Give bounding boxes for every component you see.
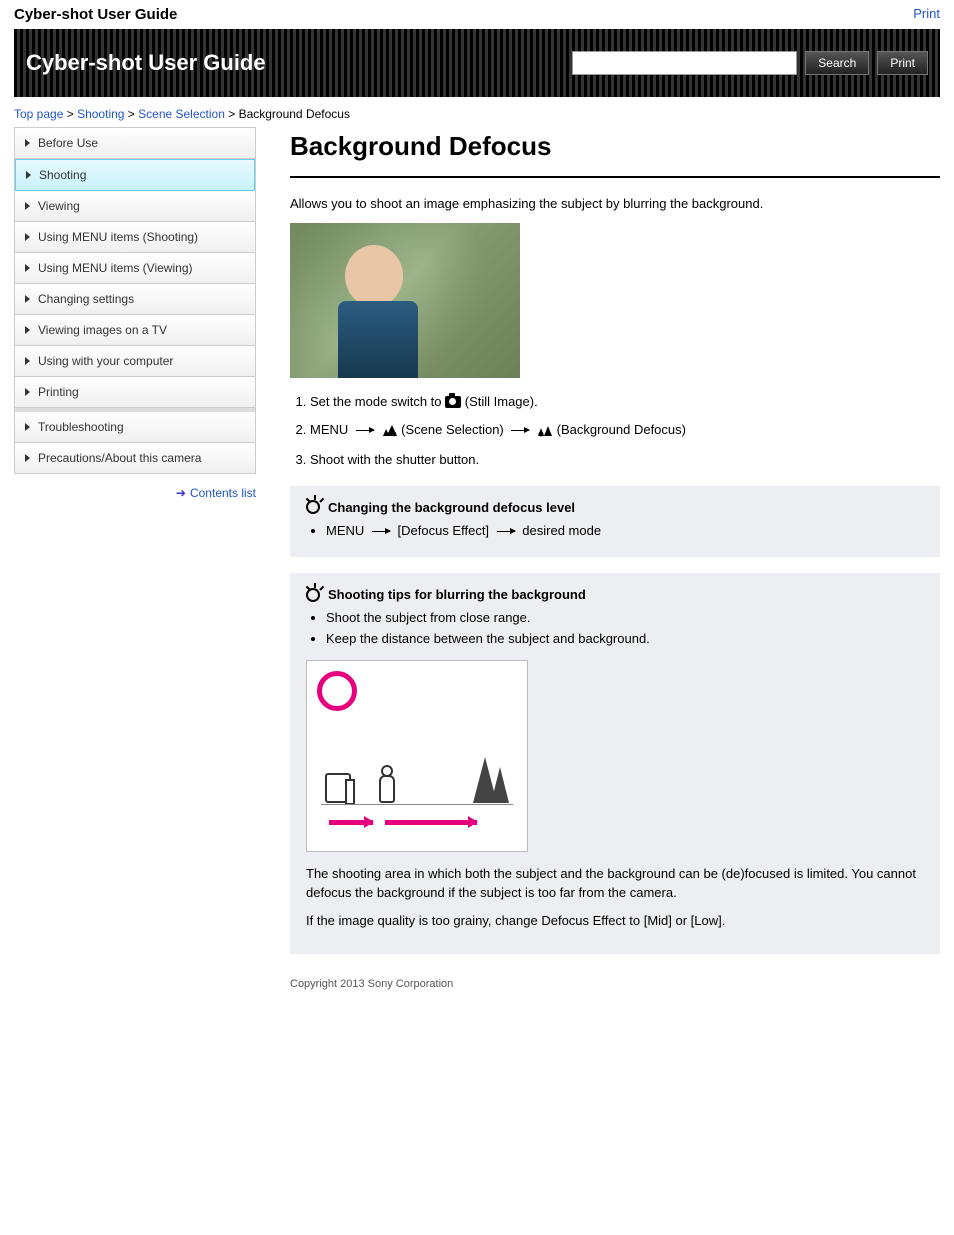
breadcrumb: Top page > Shooting > Scene Selection > … <box>14 107 940 121</box>
print-link-top[interactable]: Print <box>913 6 940 21</box>
background-defocus-icon <box>537 423 553 443</box>
tip-text: MENU <box>326 523 368 538</box>
chevron-right-icon <box>25 295 30 303</box>
sidebar-item-label: Before Use <box>38 136 98 150</box>
tip-text: [Defocus Effect] <box>398 523 493 538</box>
tip-title: Shooting tips for blurring the backgroun… <box>328 587 586 602</box>
tip-paragraph: If the image quality is too grainy, chan… <box>306 911 924 931</box>
tip-paragraph: The shooting area in which both the subj… <box>306 864 924 903</box>
sample-photo <box>290 223 520 378</box>
step-text: (Background Defocus) <box>557 422 686 437</box>
sidebar-item-troubleshooting[interactable]: Troubleshooting <box>15 412 255 443</box>
tip-box-shooting-tips: Shooting tips for blurring the backgroun… <box>290 573 940 954</box>
sidebar-item-computer[interactable]: Using with your computer <box>15 346 255 377</box>
camera-icon <box>445 396 461 408</box>
step-3: Shoot with the shutter button. <box>310 450 940 470</box>
step-1: Set the mode switch to (Still Image). <box>310 392 940 412</box>
tip-text: desired mode <box>522 523 601 538</box>
step-text: Set the mode switch to <box>310 394 445 409</box>
sidebar-item-label: Shooting <box>39 168 86 182</box>
sidebar-item-tv[interactable]: Viewing images on a TV <box>15 315 255 346</box>
chevron-right-icon <box>25 357 30 365</box>
arrow-right-icon <box>356 430 374 431</box>
intro-text: Allows you to shoot an image emphasizing… <box>290 196 940 211</box>
sidebar-item-label: Printing <box>38 385 79 399</box>
sidebar-item-settings[interactable]: Changing settings <box>15 284 255 315</box>
chevron-right-icon <box>25 423 30 431</box>
sidebar-menu: Before Use Shooting Viewing Using MENU i… <box>14 127 256 474</box>
chevron-right-icon <box>25 326 30 334</box>
print-button[interactable]: Print <box>877 51 928 75</box>
sidebar-item-shooting[interactable]: Shooting <box>15 159 255 191</box>
sidebar-item-label: Viewing <box>38 199 80 213</box>
copyright: Copyright 2013 Sony Corporation <box>290 978 940 990</box>
tip-icon <box>306 500 320 514</box>
header-band: Cyber-shot User Guide Search Print <box>14 29 940 97</box>
arrow-right-icon <box>372 531 390 532</box>
sidebar-item-printing[interactable]: Printing <box>15 377 255 408</box>
diagram-person-icon <box>379 765 395 803</box>
header-title: Cyber-shot User Guide <box>26 50 572 76</box>
sidebar-item-label: Troubleshooting <box>38 420 124 434</box>
tip-icon <box>306 588 320 602</box>
tip-title: Changing the background defocus level <box>328 500 575 515</box>
contents-list-label: Contents list <box>190 486 256 500</box>
sidebar-item-label: Viewing images on a TV <box>38 323 167 337</box>
sidebar-item-precautions[interactable]: Precautions/About this camera <box>15 443 255 473</box>
sidebar-item-before-use[interactable]: Before Use <box>15 128 255 159</box>
sidebar-item-label: Precautions/About this camera <box>38 451 201 465</box>
chevron-right-icon <box>25 233 30 241</box>
tip-box-defocus-level: Changing the background defocus level ME… <box>290 486 940 558</box>
crumb-shooting[interactable]: Shooting <box>77 107 124 121</box>
arrow-right-icon <box>511 430 529 431</box>
chevron-right-icon <box>25 454 30 462</box>
chevron-right-icon <box>25 139 30 147</box>
chevron-right-icon <box>25 264 30 272</box>
arrow-right-icon: ➔ <box>176 486 186 500</box>
step-text: (Scene Selection) <box>401 422 507 437</box>
sidebar-item-label: Using MENU items (Shooting) <box>38 230 198 244</box>
crumb-scene[interactable]: Scene Selection <box>138 107 225 121</box>
diagram-camera-icon <box>325 773 351 803</box>
crumb-top[interactable]: Top page <box>14 107 63 121</box>
title-rule <box>290 176 940 178</box>
step-text: MENU <box>310 422 352 437</box>
search-input[interactable] <box>572 51 797 75</box>
diagram-arrow-far <box>385 820 477 825</box>
step-text: (Still Image). <box>465 394 538 409</box>
scene-selection-icon <box>382 423 398 443</box>
steps-list: Set the mode switch to (Still Image). ME… <box>310 392 940 470</box>
sidebar-item-label: Using MENU items (Viewing) <box>38 261 192 275</box>
tip-bullet: MENU [Defocus Effect] desired mode <box>326 521 924 542</box>
search-button[interactable]: Search <box>805 51 869 75</box>
tip-bullet: Keep the distance between the subject an… <box>326 629 924 650</box>
diagram-marker-circle <box>317 671 357 711</box>
sidebar-item-viewing[interactable]: Viewing <box>15 191 255 222</box>
chevron-right-icon <box>25 388 30 396</box>
crumb-current: Background Defocus <box>239 107 350 121</box>
defocus-diagram <box>306 660 528 852</box>
sidebar-item-menu-shooting[interactable]: Using MENU items (Shooting) <box>15 222 255 253</box>
arrow-right-icon <box>497 531 515 532</box>
chevron-right-icon <box>26 171 31 179</box>
contents-list-link[interactable]: ➔ Contents list <box>14 486 256 500</box>
tip-bullet: Shoot the subject from close range. <box>326 608 924 629</box>
sidebar-item-label: Changing settings <box>38 292 134 306</box>
diagram-trees-icon <box>473 757 509 803</box>
sidebar-item-label: Using with your computer <box>38 354 173 368</box>
diagram-arrow-near <box>329 820 373 825</box>
brand-text: Cyber-shot User Guide <box>14 6 177 23</box>
chevron-right-icon <box>25 202 30 210</box>
step-2: MENU (Scene Selection) (Background Defoc… <box>310 420 940 443</box>
page-title: Background Defocus <box>290 131 940 162</box>
sidebar-item-menu-viewing[interactable]: Using MENU items (Viewing) <box>15 253 255 284</box>
